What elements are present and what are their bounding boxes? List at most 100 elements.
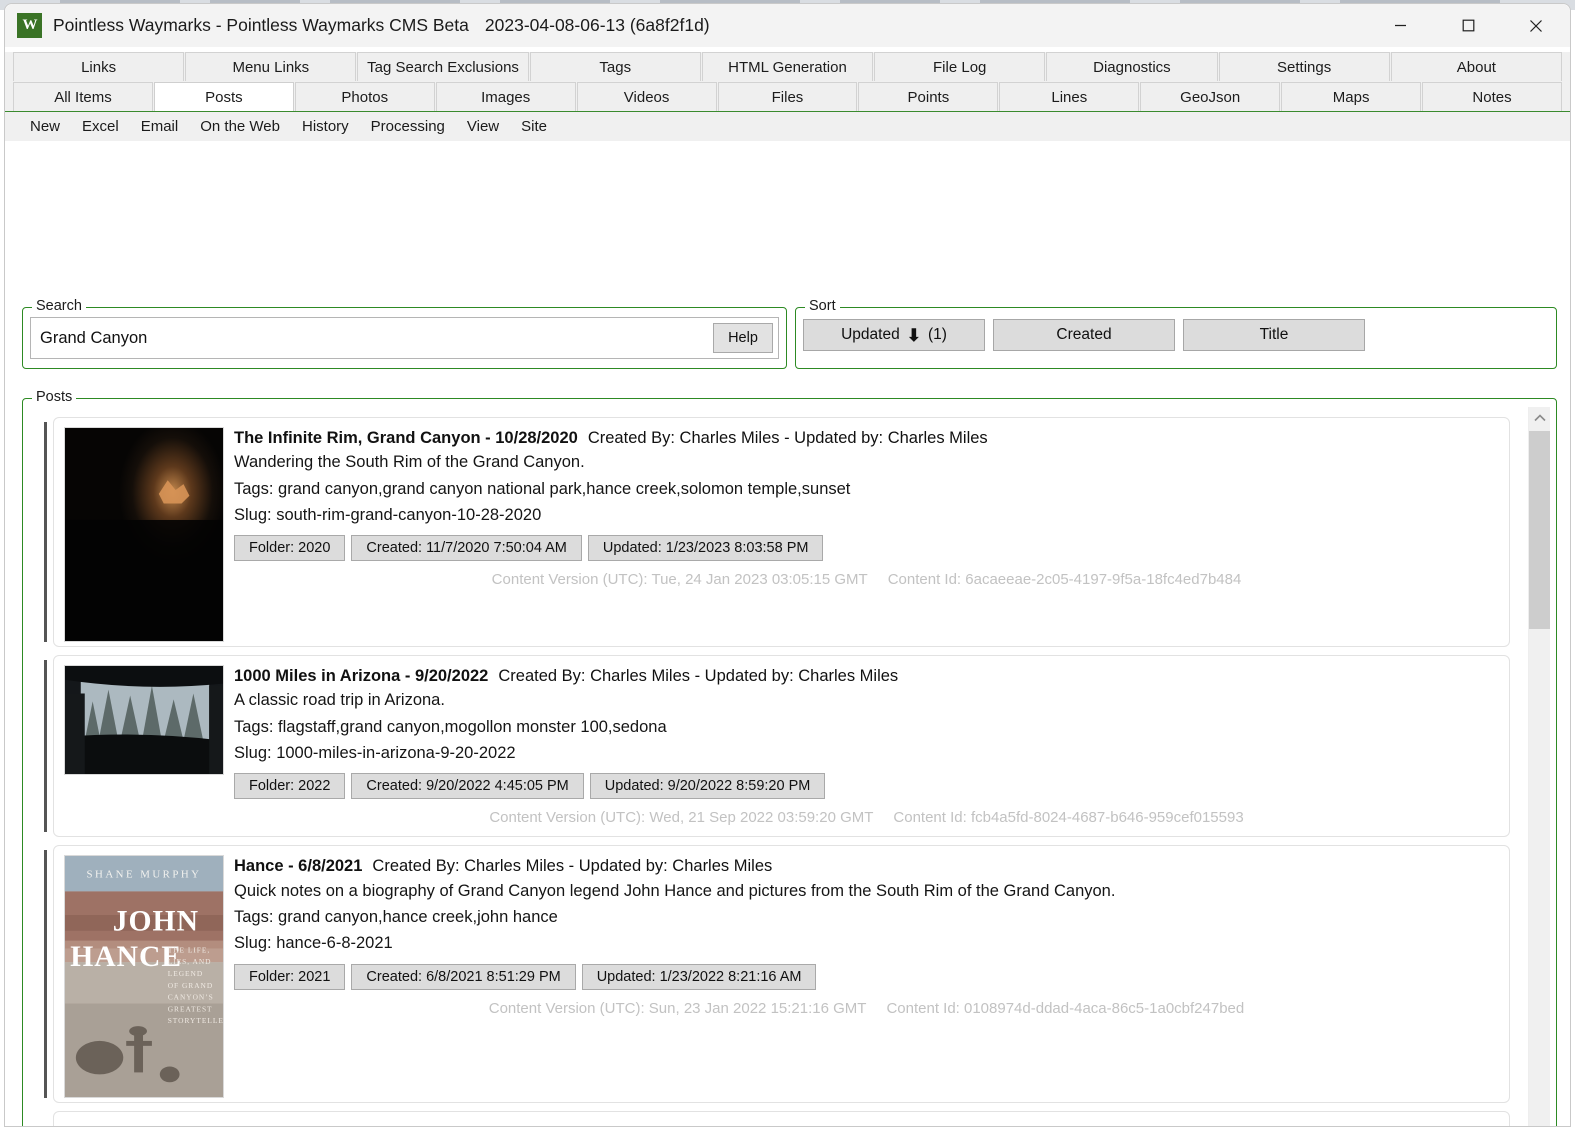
tab-label: About — [1456, 58, 1496, 76]
toolbar-item-view[interactable]: View — [456, 116, 510, 137]
post-folder-chip[interactable]: Folder: 2020 — [234, 535, 346, 562]
search-group: Search Help — [22, 298, 787, 369]
post-created-chip[interactable]: Created: 11/7/2020 7:50:04 AM — [351, 535, 582, 562]
tab-lines[interactable]: Lines — [999, 82, 1140, 111]
post-details: Hance - 6/8/2021 Created By: Charles Mile… — [224, 855, 1499, 1098]
tab-label: Points — [907, 88, 950, 106]
tab-file-log[interactable]: File Log — [874, 52, 1046, 81]
post-updated-chip[interactable]: Updated: 9/20/2022 8:59:20 PM — [589, 773, 826, 800]
post-list-item[interactable]: 1000 Miles in Arizona - 9/20/2022 Created… — [44, 655, 1510, 838]
tab-maps[interactable]: Maps — [1281, 82, 1422, 111]
tab-settings[interactable]: Settings — [1218, 52, 1390, 81]
post-title: Hance - 6/8/2021 — [234, 857, 363, 876]
post-folder-chip[interactable]: Folder: 2022 — [234, 773, 346, 800]
post-created-chip[interactable]: Created: 9/20/2022 4:45:05 PM — [351, 773, 584, 800]
post-tags: Tags: flagstaff,grand canyon,mogollon mo… — [234, 717, 667, 736]
tab-links[interactable]: Links — [13, 52, 185, 81]
search-help-button[interactable]: Help — [713, 323, 773, 353]
post-list-item[interactable]: The Infinite Rim, Grand Canyon - 10/28/2… — [44, 417, 1510, 647]
toolbar-item-on-the-web[interactable]: On the Web — [189, 116, 291, 137]
toolbar-item-processing[interactable]: Processing — [360, 116, 456, 137]
post-folder-chip[interactable]: Folder: 2021 — [234, 963, 346, 990]
post-updated-chip[interactable]: Updated: 1/23/2023 8:03:58 PM — [587, 535, 824, 562]
toolbar-item-email[interactable]: Email — [130, 116, 190, 137]
post-thumbnail[interactable] — [64, 665, 224, 775]
sort-button-label: Updated — [841, 326, 900, 343]
sort-group-label: Sort — [805, 298, 840, 314]
minimize-button[interactable] — [1366, 4, 1434, 47]
post-byline: Created By: Charles Miles - Updated by: … — [498, 667, 899, 685]
tab-label: GeoJson — [1180, 88, 1241, 106]
window-title: Pointless Waymarks - Pointless Waymarks … — [53, 15, 469, 35]
tab-label: Tag Search Exclusions — [367, 58, 519, 76]
post-list-item[interactable]: SHANE MURPHY JOHN HANCE THE LIFE, LIES, AND L… — [44, 845, 1510, 1104]
svg-text:OF GRAND: OF GRAND — [168, 981, 213, 990]
window-controls — [1366, 4, 1570, 47]
scroll-up-icon[interactable] — [1529, 407, 1550, 429]
tab-files[interactable]: Files — [717, 82, 858, 111]
sort-button-updated[interactable]: Updated ⬇ (1) — [803, 319, 985, 351]
tab-diagnostics[interactable]: Diagnostics — [1046, 52, 1218, 81]
tab-label: Videos — [623, 88, 670, 106]
tab-tags[interactable]: Tags — [529, 52, 701, 81]
tab-tag-search-exclusions[interactable]: Tag Search Exclusions — [357, 52, 529, 81]
svg-text:HANCE: HANCE — [70, 942, 182, 974]
toolbar-item-new[interactable]: New — [19, 116, 71, 137]
post-list-item[interactable] — [53, 1111, 1510, 1126]
posts-list: The Infinite Rim, Grand Canyon - 10/28/2… — [29, 407, 1516, 1126]
tab-points[interactable]: Points — [858, 82, 999, 111]
search-group-label: Search — [32, 298, 86, 314]
sort-button-row: Updated ⬇ (1) Created Title — [803, 319, 1365, 351]
window-version: 2023-04-08-06-13 (6a8f2f1d) — [484, 15, 710, 35]
svg-text:JOHN: JOHN — [113, 906, 199, 938]
svg-text:LEGEND: LEGEND — [168, 969, 203, 978]
post-title: 1000 Miles in Arizona - 9/20/2022 — [234, 667, 489, 685]
tab-posts[interactable]: Posts — [153, 82, 294, 111]
post-thumbnail[interactable]: SHANE MURPHY JOHN HANCE THE LIFE, LIES, AND L… — [64, 855, 224, 1099]
close-button[interactable] — [1502, 4, 1570, 47]
post-title-line: 1000 Miles in Arizona - 9/20/2022 Created… — [234, 665, 1499, 687]
toolbar-item-history[interactable]: History — [291, 116, 360, 137]
post-title-line: The Infinite Rim, Grand Canyon - 10/28/2… — [234, 427, 1499, 449]
toolbar-item-excel[interactable]: Excel — [71, 116, 130, 137]
tab-geojson[interactable]: GeoJson — [1140, 82, 1281, 111]
post-chip-row: Folder: 2022 Created: 9/20/2022 4:45:05 P… — [234, 773, 1499, 800]
post-summary: Quick notes on a biography of Grand Cany… — [234, 881, 1116, 900]
tab-html-generation[interactable]: HTML Generation — [701, 52, 874, 81]
tab-about[interactable]: About — [1390, 52, 1562, 81]
post-created-chip[interactable]: Created: 6/8/2021 8:51:29 PM — [351, 963, 576, 990]
post-content-version: Content Version (UTC): Wed, 21 Sep 2022 … — [489, 809, 874, 827]
tab-photos[interactable]: Photos — [294, 82, 435, 111]
tab-videos[interactable]: Videos — [576, 82, 717, 111]
sort-button-label: Title — [1259, 326, 1289, 343]
tab-menu-links[interactable]: Menu Links — [185, 52, 357, 81]
tab-label: Diagnostics — [1093, 58, 1171, 76]
sort-button-created[interactable]: Created — [993, 319, 1175, 351]
post-chip-row: Folder: 2021 Created: 6/8/2021 8:51:29 PM… — [234, 963, 1499, 990]
tab-images[interactable]: Images — [435, 82, 576, 111]
sort-button-title[interactable]: Title — [1183, 319, 1365, 351]
post-byline: Created By: Charles Miles - Updated by: … — [372, 857, 773, 876]
svg-text:CANYON’S: CANYON’S — [168, 993, 214, 1002]
sort-direction-down-icon: ⬇ — [906, 325, 921, 345]
tab-notes[interactable]: Notes — [1422, 82, 1562, 111]
post-thumbnail[interactable] — [64, 427, 224, 642]
tab-label: Posts — [205, 88, 243, 106]
tab-label: Links — [81, 58, 117, 76]
post-updated-chip[interactable]: Updated: 1/23/2022 8:21:16 AM — [581, 963, 817, 990]
maximize-button[interactable] — [1434, 4, 1502, 47]
toolbar-item-site[interactable]: Site — [510, 116, 558, 137]
selection-indicator — [44, 422, 47, 642]
title-bar[interactable]: W Pointless Waymarks - Pointless Waymark… — [5, 4, 1570, 47]
post-byline: Created By: Charles Miles - Updated by: … — [587, 429, 988, 447]
tab-label: Tags — [599, 58, 632, 76]
post-meta-row: Content Version (UTC): Sun, 23 Jan 2022 … — [234, 1000, 1499, 1023]
posts-group-label: Posts — [32, 389, 77, 405]
tab-all-items[interactable]: All Items — [13, 82, 153, 111]
search-input[interactable] — [31, 327, 713, 349]
post-tags: Tags: grand canyon,grand canyon national… — [234, 479, 851, 498]
scrollbar-thumb[interactable] — [1529, 431, 1550, 629]
posts-scroll-area: The Infinite Rim, Grand Canyon - 10/28/2… — [29, 407, 1550, 1126]
posts-scrollbar[interactable] — [1528, 407, 1550, 1126]
main-content: Search Help Sort Updated ⬇ (1) Created Title… — [5, 141, 1570, 1126]
